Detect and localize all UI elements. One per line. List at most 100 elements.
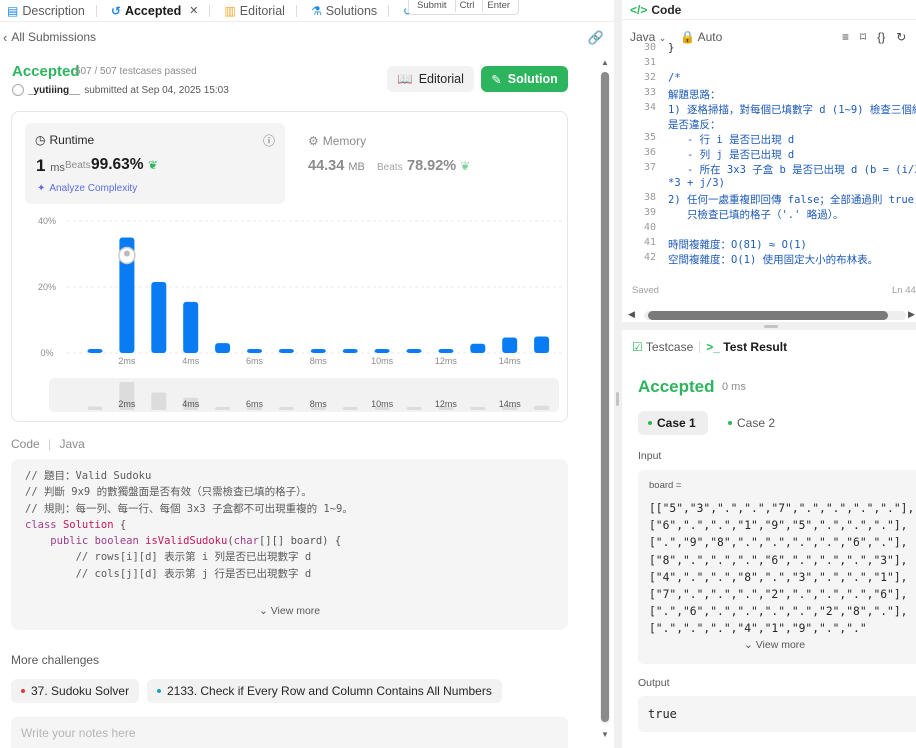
challenge-chip[interactable]: 37. Sudoku Solver bbox=[11, 679, 140, 703]
author-name[interactable]: _yutiiing__ bbox=[28, 85, 80, 96]
case-tab-2[interactable]: Case 2 bbox=[718, 411, 785, 435]
sparkle-icon: ✦ bbox=[37, 183, 46, 194]
tab-editorial[interactable]: ▥ Editorial bbox=[217, 0, 304, 22]
code-editor[interactable]: 30} 31 32 /* 33 解題思路： 34 1) 逐格掃描，對每個已填數字 d (1~9… bbox=[622, 42, 916, 272]
description-icon: ▤ bbox=[7, 3, 19, 18]
case-tab-1[interactable]: Case 1 bbox=[638, 411, 708, 435]
minimap-bar bbox=[406, 407, 422, 410]
minimap-tick-label: 2ms bbox=[118, 399, 136, 409]
editorial-button[interactable]: 📖 Editorial bbox=[387, 66, 474, 92]
x-tick-label: 6ms bbox=[246, 356, 264, 366]
chart-bar bbox=[278, 349, 294, 353]
x-tick-label: 10ms bbox=[371, 356, 394, 366]
code-line: 只檢查已填的格子（'.' 略過）。 bbox=[668, 209, 844, 221]
problem-tabs: ▤ Description ↺ Accepted ✕ ▥ Editorial ⚗… bbox=[0, 0, 614, 22]
result-status: Accepted bbox=[638, 377, 715, 396]
close-icon[interactable]: ✕ bbox=[189, 4, 198, 17]
info-icon[interactable]: ⓘ bbox=[263, 132, 275, 149]
y-tick-label: 0% bbox=[40, 348, 53, 358]
leaf-icon: ❦ bbox=[460, 159, 471, 173]
panel-resizer[interactable] bbox=[622, 322, 916, 330]
auto-mode-toggle[interactable]: 🔒 Auto bbox=[680, 30, 722, 44]
code-line: 2) 任何一處重複即回傳 false；全部通過則 true bbox=[668, 194, 915, 206]
bookmark-icon[interactable]: ⌑ bbox=[860, 30, 866, 44]
braces-icon[interactable]: {} bbox=[877, 30, 885, 44]
x-tick-label: 8ms bbox=[310, 356, 328, 366]
chart-bar bbox=[151, 282, 167, 353]
memory-value: 44.34 MB bbox=[308, 158, 365, 174]
history-icon: ↺ bbox=[110, 3, 121, 18]
view-more-button[interactable]: ⌄ View more bbox=[744, 639, 805, 651]
clock-icon: ◷ bbox=[35, 133, 46, 147]
all-submissions-link[interactable]: ‹ All Submissions bbox=[0, 24, 614, 50]
minimap-bar bbox=[215, 407, 231, 410]
notes-input[interactable]: Write your notes here bbox=[11, 717, 568, 748]
tab-test-result[interactable]: >_ Test Result bbox=[706, 340, 787, 354]
minimap-tick-label: 6ms bbox=[246, 399, 264, 409]
format-icon[interactable]: ≡ bbox=[842, 30, 849, 44]
chart-bar bbox=[342, 349, 358, 353]
chevron-down-icon: ⌄ bbox=[259, 605, 268, 617]
chart-bar bbox=[87, 349, 103, 353]
chart-bar bbox=[502, 337, 518, 353]
left-panel: ▤ Description ↺ Accepted ✕ ▥ Editorial ⚗… bbox=[0, 0, 614, 748]
tab-solutions[interactable]: ⚗ Solutions bbox=[304, 0, 396, 22]
code-line: 解題思路： bbox=[668, 89, 721, 101]
code-line: 1) 逐格掃描，對每個已填數字 d (1~9) 檢查三個維度 bbox=[668, 104, 916, 116]
avatar-icon bbox=[123, 250, 130, 257]
runtime-panel[interactable]: ◷ Runtime ⓘ 1 ms Beats 99.63% ❦ ✦ Analyz… bbox=[25, 123, 285, 204]
minimap-tick-label: 12ms bbox=[435, 399, 458, 409]
tab-description[interactable]: ▤ Description bbox=[0, 0, 104, 22]
leaf-icon: ❦ bbox=[147, 158, 158, 172]
scrollbar-thumb[interactable] bbox=[601, 72, 609, 722]
memory-panel[interactable]: ⚙ Memory bbox=[308, 134, 366, 148]
minimap-tick-label: 4ms bbox=[182, 399, 200, 409]
tab-testcase[interactable]: ☑ Testcase bbox=[632, 340, 693, 354]
chevron-down-icon: ⌄ bbox=[658, 33, 667, 43]
code-line: 空間複雜度：O(1) 使用固定大小的布林表。 bbox=[668, 254, 879, 266]
submission-status: Accepted bbox=[12, 63, 80, 80]
book-icon: 📖 bbox=[397, 71, 413, 86]
tab-accepted[interactable]: ↺ Accepted ✕ bbox=[104, 0, 218, 22]
editorial-icon: ▥ bbox=[224, 3, 236, 18]
analyze-complexity-link[interactable]: ✦ Analyze Complexity bbox=[37, 183, 137, 194]
line-number: 42 bbox=[643, 252, 656, 263]
avatar[interactable] bbox=[12, 84, 24, 96]
scrollbar-thumb[interactable] bbox=[648, 311, 888, 320]
minimap-tick-label: 10ms bbox=[371, 399, 394, 409]
code-label: Code | Java bbox=[11, 437, 85, 451]
result-tabs: ☑ Testcase >_ Test Result bbox=[622, 338, 916, 356]
code-line: - 所在 3x3 子盒 b 是否已出現 d (b = (i/3) bbox=[668, 164, 916, 176]
horizontal-scrollbar[interactable]: ◀ ▶ bbox=[628, 309, 916, 321]
solution-button[interactable]: ✎ Solution bbox=[481, 66, 568, 92]
code-line: *3 + j/3) bbox=[668, 177, 725, 189]
scroll-left-arrow[interactable]: ◀ bbox=[628, 309, 635, 320]
chart-bar bbox=[247, 349, 262, 353]
minimap-tick-label: 14ms bbox=[499, 399, 522, 409]
scroll-up-arrow[interactable]: ▲ bbox=[601, 58, 609, 67]
panel-resizer[interactable] bbox=[614, 0, 622, 748]
editor-toolbar: Java ⌄ 🔒 Auto ≡ ⌑ {} ↻ bbox=[622, 26, 916, 48]
line-number: 35 bbox=[643, 132, 656, 143]
scroll-right-arrow[interactable]: ▶ bbox=[908, 309, 915, 320]
code-line: - 列 j 是否已出現 d bbox=[668, 149, 795, 161]
share-link-icon[interactable]: 🔗 bbox=[588, 30, 604, 46]
reset-icon[interactable]: ↻ bbox=[896, 30, 906, 44]
flask-icon: ⚗ bbox=[310, 3, 322, 18]
chart-bar bbox=[310, 349, 326, 353]
output-value: true bbox=[638, 696, 916, 732]
minimap-bar bbox=[342, 407, 358, 410]
code-line: } bbox=[668, 42, 675, 54]
line-number: 39 bbox=[643, 207, 656, 218]
scroll-down-arrow[interactable]: ▼ bbox=[601, 730, 609, 739]
y-tick-label: 40% bbox=[38, 216, 56, 226]
challenge-chip[interactable]: 2133. Check if Every Row and Column Cont… bbox=[147, 679, 502, 703]
minimap-bar bbox=[87, 406, 103, 410]
y-tick-label: 20% bbox=[38, 282, 56, 292]
chart-bar bbox=[534, 336, 550, 353]
editor-header: </> Code bbox=[622, 0, 916, 20]
view-more-button[interactable]: ⌄ View more bbox=[259, 605, 320, 617]
output-label: Output bbox=[638, 677, 670, 689]
scrollbar[interactable]: ▲ ▼ bbox=[600, 54, 610, 746]
difficulty-dot bbox=[21, 689, 25, 693]
